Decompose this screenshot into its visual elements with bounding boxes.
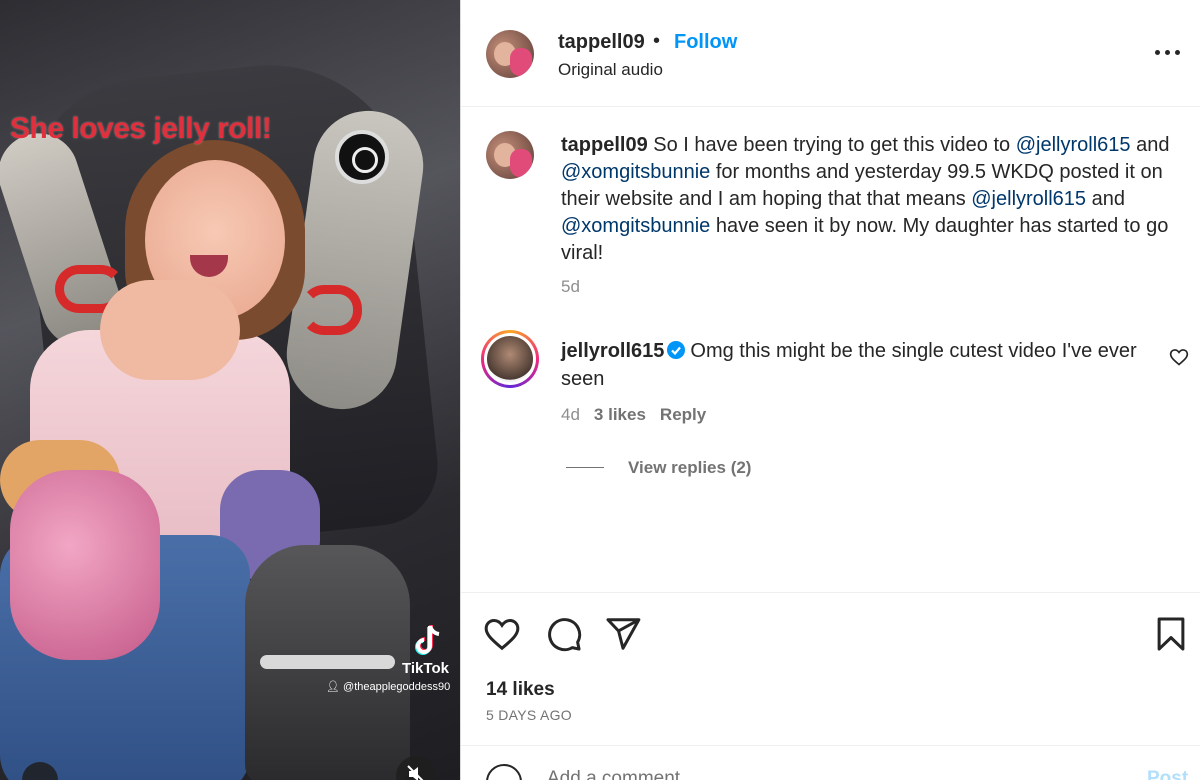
child-hands: [100, 280, 240, 380]
post-comment-button[interactable]: Post: [1147, 768, 1188, 780]
add-comment-bar: Post: [461, 745, 1200, 780]
tiktok-watermark-text: TikTok: [402, 660, 449, 677]
comment-bubble-icon[interactable]: [545, 615, 583, 653]
emoji-icon[interactable]: [486, 764, 522, 780]
header-separator: •: [653, 30, 661, 52]
commenter-avatar: [487, 336, 533, 382]
mention-link[interactable]: @jellyroll615: [1016, 134, 1131, 156]
view-replies-label: View replies (2): [628, 458, 752, 477]
reply-button[interactable]: Reply: [660, 405, 706, 424]
like-heart-icon[interactable]: [483, 615, 521, 653]
follow-button[interactable]: Follow: [674, 31, 737, 54]
post-details-panel: tappell09 • Follow Original audio tappel…: [461, 0, 1200, 780]
author-username[interactable]: tappell09: [558, 31, 645, 54]
post-actions: 14 likes 5 DAYS AGO: [461, 592, 1200, 723]
audio-link[interactable]: Original audio: [558, 60, 663, 80]
mention-link[interactable]: @xomgitsbunnie: [561, 215, 710, 237]
caption-author-avatar[interactable]: [486, 131, 534, 179]
story-ring-gap: [484, 333, 536, 385]
caption-username[interactable]: tappell09: [561, 134, 648, 156]
video-overlay-caption: She loves jelly roll!: [10, 112, 272, 145]
more-dot: [1175, 50, 1180, 55]
comment-likes-count[interactable]: 3 likes: [594, 405, 646, 424]
caption-segment: and: [1086, 188, 1125, 210]
share-paper-plane-icon[interactable]: [604, 615, 642, 653]
comment-text: jellyroll615 Omg this might be the single…: [561, 337, 1161, 393]
replies-divider-line: [566, 467, 604, 468]
plush-toy-pink: [10, 470, 160, 660]
person-icon: 👤︎: [326, 681, 340, 693]
mention-link[interactable]: @jellyroll615: [971, 188, 1086, 210]
caption-timestamp[interactable]: 5d: [561, 277, 580, 297]
comment-like-heart-icon[interactable]: [1169, 347, 1189, 367]
trash-bin: [245, 545, 410, 780]
comment-input[interactable]: [547, 768, 1107, 780]
speaker-muted-icon: [407, 765, 424, 780]
post-likes-count[interactable]: 14 likes: [486, 679, 555, 701]
comment-meta: 4d 3 likes Reply: [561, 405, 706, 425]
caption-segment: and: [1130, 134, 1170, 156]
post-header: tappell09 • Follow Original audio: [461, 0, 1200, 107]
seat-speaker-graphic: [335, 130, 389, 184]
more-horizontal-icon: [1155, 50, 1160, 55]
mention-link[interactable]: @xomgitsbunnie: [561, 161, 710, 183]
tiktok-icon: [415, 625, 440, 655]
view-replies-button[interactable]: View replies (2): [566, 458, 751, 478]
post-media[interactable]: She loves jelly roll! TikTok 👤︎ @theappl…: [0, 0, 461, 780]
verified-badge-icon: [667, 341, 686, 359]
tiktok-watermark-user: 👤︎ @theapplegoddess90: [326, 681, 451, 693]
commenter-username[interactable]: jellyroll615: [561, 340, 664, 362]
post-date: 5 DAYS AGO: [486, 707, 572, 723]
comment-time[interactable]: 4d: [561, 405, 580, 424]
more-options-button[interactable]: [1155, 44, 1181, 60]
avatar-pink-item: [510, 48, 532, 76]
avatar-pink-item: [510, 149, 532, 177]
more-dot: [1165, 50, 1170, 55]
save-bookmark-icon[interactable]: [1152, 615, 1190, 653]
seat-handle-right: [300, 285, 362, 335]
caption-text: tappell09 So I have been trying to get t…: [561, 132, 1171, 267]
story-ring[interactable]: [481, 330, 539, 388]
caption-segment: So I have been trying to get this video …: [647, 134, 1016, 156]
author-avatar[interactable]: [486, 30, 534, 78]
